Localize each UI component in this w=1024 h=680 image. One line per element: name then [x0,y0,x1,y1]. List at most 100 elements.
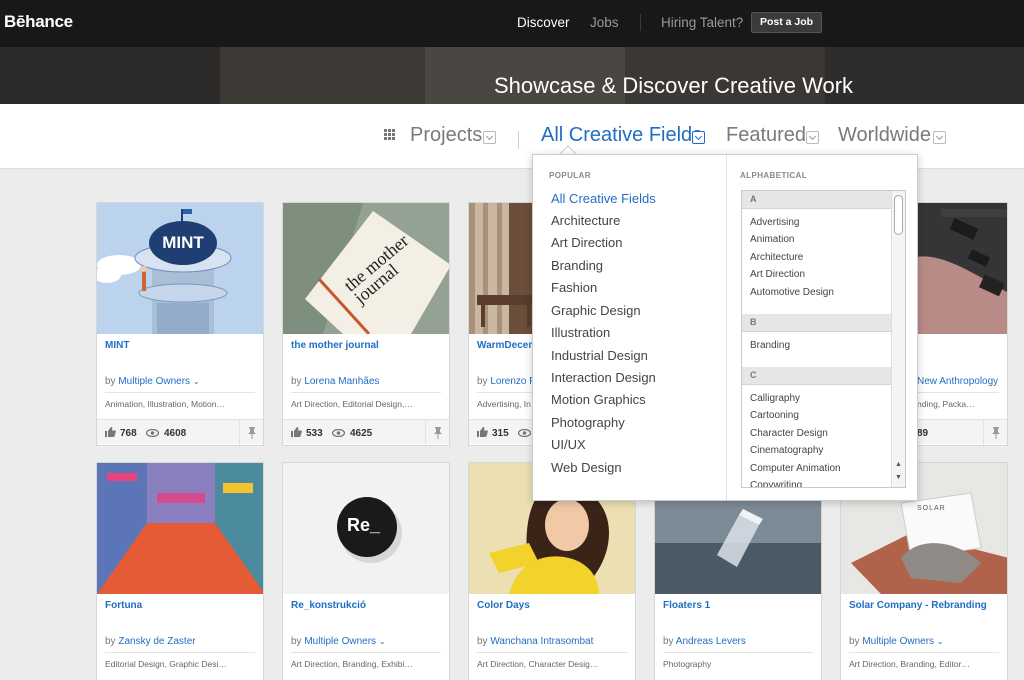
owner-link[interactable]: New Anthropology [917,376,998,387]
owner-link[interactable]: Lorena Manhães [304,376,379,387]
project-thumbnail[interactable]: the mother journal [283,203,449,334]
project-fields: nding, Packa… [917,399,975,409]
chevron-down-icon[interactable]: ⌄ [193,377,200,386]
thumbs-up-icon[interactable] [291,427,302,437]
field-option[interactable]: Fashion [551,280,597,295]
project-card[interactable]: the mother journal the mother journal by… [282,202,450,446]
project-title[interactable]: Color Days [477,600,530,611]
stats-bar: 533 4625 [283,419,449,445]
project-owner: by Multiple Owners ⌄ [105,376,200,387]
letter-heading-a: A [742,191,892,209]
filter-featured[interactable]: Featured [726,124,806,147]
field-option[interactable]: Interaction Design [551,370,656,385]
filter-projects[interactable]: Projects [410,124,482,147]
alphabetical-list[interactable]: A Advertising Animation Architecture Art… [741,190,906,488]
owner-link[interactable]: Zansky de Zaster [118,636,195,647]
field-option[interactable]: Character Design [750,428,828,439]
views-count: 89 [917,428,929,439]
chevron-down-icon[interactable] [806,131,819,144]
field-option[interactable]: Copywriting [750,480,802,487]
letter-heading-b: B [742,314,892,332]
by-label: by [105,376,116,387]
chevron-down-icon[interactable] [692,131,705,144]
project-title[interactable]: Fortuna [105,600,142,611]
owner-link[interactable]: Andreas Levers [676,636,746,647]
field-option[interactable]: Calligraphy [750,393,800,404]
project-owner: by Multiple Owners ⌄ [291,636,386,647]
field-option[interactable]: Photography [551,415,625,430]
field-option[interactable]: Cartooning [750,410,799,421]
field-option[interactable]: Branding [551,258,603,273]
scrollbar-thumb[interactable] [894,195,903,235]
mint-thumb-text: MINT [162,233,204,252]
field-option[interactable]: Web Design [551,460,622,475]
chevron-down-icon[interactable] [483,131,496,144]
chevron-down-icon[interactable] [933,131,946,144]
field-option[interactable]: All Creative Fields [551,191,656,206]
project-title[interactable]: Re_konstrukció [291,600,366,611]
owner-link[interactable]: Multiple Owners [304,636,376,647]
behance-logo[interactable]: Bēhance [4,12,73,32]
pin-icon[interactable] [983,420,1007,445]
field-option[interactable]: Illustration [551,325,610,340]
scrollbar[interactable]: ▲ ▼ [891,191,905,487]
project-fields: Editorial Design, Graphic Desi… [105,659,227,669]
field-option[interactable]: Graphic Design [551,303,641,318]
field-option[interactable]: Motion Graphics [551,392,646,407]
field-option[interactable]: Art Direction [750,269,805,280]
thumbs-up-icon[interactable] [105,427,116,437]
pin-icon[interactable] [425,420,449,445]
field-option[interactable]: Animation [750,234,794,245]
owner-link[interactable]: Multiple Owners [862,636,934,647]
project-thumbnail[interactable] [97,463,263,594]
field-option[interactable]: Cinematography [750,445,823,456]
field-option[interactable]: Advertising [750,217,799,228]
field-option[interactable]: Industrial Design [551,348,648,363]
divider [105,652,255,653]
by-label: by [849,636,860,647]
nav-jobs[interactable]: Jobs [590,15,619,30]
project-title[interactable]: Solar Company - Rebranding [849,600,987,611]
project-card[interactable]: Fortuna by Zansky de Zaster Editorial De… [96,462,264,680]
post-job-button[interactable]: Post a Job [751,12,822,33]
project-title[interactable]: Floaters 1 [663,600,710,611]
pin-icon[interactable] [239,420,263,445]
views-count: 4608 [164,428,187,439]
owner-link[interactable]: Wanchana Intrasombat [490,636,593,647]
field-option[interactable]: Architecture [750,252,803,263]
project-fields: Art Direction, Editorial Design,… [291,399,413,409]
scroll-down-arrow-icon[interactable]: ▼ [895,474,902,481]
top-nav: Bēhance Discover Jobs Hiring Talent? Pos… [0,0,1024,47]
project-title[interactable]: WarmDecem [477,340,537,351]
filter-worldwide[interactable]: Worldwide [838,124,931,147]
project-owner: by Zansky de Zaster [105,636,196,647]
project-title[interactable]: the mother journal [291,340,379,351]
project-owner: by Multiple Owners ⌄ [849,636,944,647]
divider [291,392,441,393]
chevron-down-icon[interactable]: ⌄ [937,637,944,646]
field-option[interactable]: Architecture [551,213,620,228]
scroll-up-arrow-icon[interactable]: ▲ [895,461,902,468]
project-thumbnail[interactable]: MINT [97,203,263,334]
thumbs-up-icon[interactable] [477,427,488,437]
hero-photo-1 [0,47,220,104]
nav-hiring-talent[interactable]: Hiring Talent? [661,15,743,30]
nav-discover[interactable]: Discover [517,15,570,30]
project-owner: by Lorena Manhães [291,376,379,387]
project-card[interactable]: Re_ Re_konstrukció by Multiple Owners ⌄ … [282,462,450,680]
filter-creative-fields[interactable]: All Creative Fields [541,124,702,147]
field-option[interactable]: Branding [750,340,790,351]
project-title[interactable]: MINT [105,340,129,351]
owner-link[interactable]: Lorenzo F [490,376,535,387]
owner-link[interactable]: Multiple Owners [118,376,190,387]
chevron-down-icon[interactable]: ⌄ [379,637,386,646]
project-thumbnail[interactable]: Re_ [283,463,449,594]
project-card[interactable]: MINT MINT by Multiple Owners ⌄ Animation… [96,202,264,446]
field-option[interactable]: Computer Animation [750,463,841,474]
divider [105,392,255,393]
grid-icon[interactable] [384,129,396,141]
field-option[interactable]: UI/UX [551,437,586,452]
field-option[interactable]: Automotive Design [750,287,834,298]
project-fields: Art Direction, Character Desig… [477,659,599,669]
field-option[interactable]: Art Direction [551,235,623,250]
